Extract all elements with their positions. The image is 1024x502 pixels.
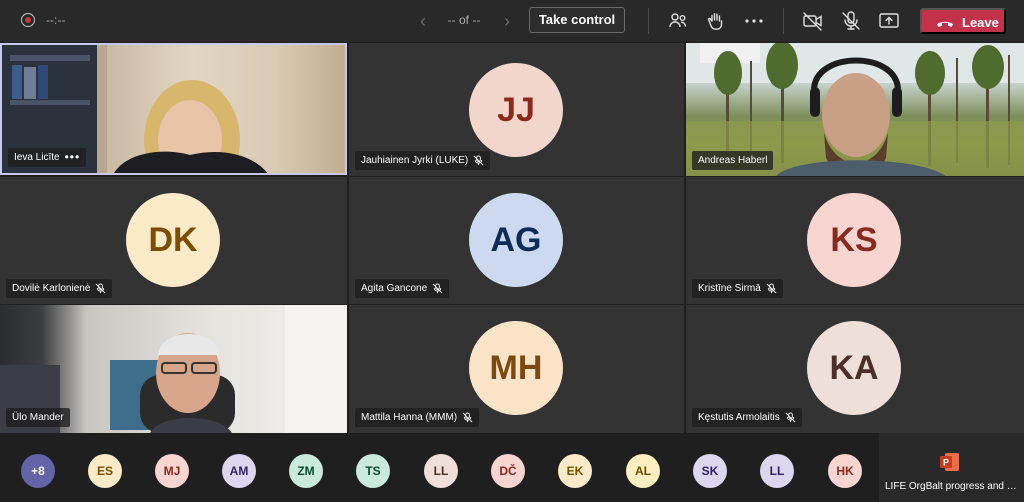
participant-name-tag: Dovilė Karlonienė	[6, 279, 113, 298]
avatar: KS	[807, 193, 901, 287]
participant-roster: +8 ES MJ AM ZM TS LL DČ EK AL SK LL HK	[0, 433, 1024, 502]
leave-label: Leave	[962, 15, 999, 30]
participant-tile-kristine-sirma[interactable]: KS Kristīne Sirmā	[686, 177, 1024, 304]
avatar: KA	[807, 321, 901, 415]
participant-name-tag: Agita Gancone	[355, 279, 450, 298]
participant-tile-dovile-karloniene[interactable]: DK Dovilė Karlonienė	[0, 177, 347, 304]
participant-name: Ülo Mander	[12, 412, 64, 423]
page-indicator: -- of --	[447, 13, 481, 27]
meeting-toolbar: --:-- ‹ -- of -- › Take control Leave	[0, 0, 1024, 42]
chevron-right-icon[interactable]: ›	[498, 9, 516, 33]
participant-tile-jauhiainen-jyrki[interactable]: JJ Jauhiainen Jyrki (LUKE)	[349, 43, 684, 176]
shared-content-panel[interactable]: P LIFE OrgBalt progress and wh...	[879, 433, 1024, 502]
roster-avatar[interactable]: ES	[88, 454, 122, 488]
participant-name-tag: Andreas Haberl	[692, 151, 774, 170]
more-icon[interactable]: •••	[65, 148, 81, 167]
participant-name: Jauhiainen Jyrki (LUKE)	[361, 155, 469, 166]
participant-name: Dovilė Karlonienė	[12, 283, 91, 294]
roster-avatar[interactable]: AM	[222, 454, 256, 488]
roster-avatar[interactable]: SK	[693, 454, 727, 488]
shared-file-title: LIFE OrgBalt progress and wh...	[885, 481, 1021, 492]
roster-avatar[interactable]: EK	[558, 454, 592, 488]
participant-tile-andreas-haberl[interactable]: Andreas Haberl	[686, 43, 1024, 176]
mic-off-icon	[785, 412, 796, 423]
people-icon[interactable]	[666, 9, 690, 33]
toolbar-divider	[783, 8, 784, 34]
roster-avatar[interactable]: AL	[626, 454, 660, 488]
mic-off-icon	[462, 412, 473, 423]
participant-tile-kestutis-armolaitis[interactable]: KA Kęstutis Armolaitis	[686, 305, 1024, 433]
participant-name: Mattila Hanna (MMM)	[361, 412, 458, 423]
more-icon[interactable]	[742, 9, 766, 33]
participant-name: Kristīne Sirmā	[698, 283, 761, 294]
participant-tile-mattila-hanna[interactable]: MH Mattila Hanna (MMM)	[349, 305, 684, 433]
camera-off-icon[interactable]	[801, 9, 825, 33]
roster-avatar[interactable]: DČ	[491, 454, 525, 488]
mic-off-icon	[473, 155, 484, 166]
chevron-left-icon[interactable]: ‹	[414, 9, 432, 33]
participant-name: Kęstutis Armolaitis	[698, 412, 780, 423]
avatar: AG	[469, 193, 563, 287]
participant-name: Andreas Haberl	[698, 155, 768, 166]
toolbar-divider	[648, 8, 649, 34]
roster-avatar[interactable]: LL	[760, 454, 794, 488]
record-icon	[21, 13, 35, 27]
mic-off-icon	[432, 283, 443, 294]
participant-tile-ulo-mander[interactable]: Ülo Mander	[0, 305, 347, 433]
participant-name-tag: Ieva Licīte •••	[8, 148, 87, 167]
participant-name: Agita Gancone	[361, 283, 428, 294]
share-screen-icon[interactable]	[877, 9, 901, 33]
participant-name-tag: Jauhiainen Jyrki (LUKE)	[355, 151, 491, 170]
raise-hand-icon[interactable]	[704, 9, 728, 33]
avatar: DK	[126, 193, 220, 287]
roster-avatar[interactable]: MJ	[155, 454, 189, 488]
participant-name: Ieva Licīte	[14, 152, 60, 163]
take-control-button[interactable]: Take control	[529, 7, 625, 33]
mic-off-icon	[766, 283, 777, 294]
meeting-timer: --:--	[46, 13, 66, 27]
participant-name-tag: Mattila Hanna (MMM)	[355, 408, 480, 427]
phone-hangup-icon	[937, 21, 953, 27]
avatar: JJ	[469, 63, 563, 157]
roster-avatar[interactable]: TS	[356, 454, 390, 488]
avatar: MH	[469, 321, 563, 415]
mic-off-icon	[95, 283, 106, 294]
overflow-count-chip[interactable]: +8	[21, 454, 55, 488]
roster-avatar[interactable]: LL	[424, 454, 458, 488]
participant-name-tag: Kęstutis Armolaitis	[692, 408, 802, 427]
powerpoint-icon: P	[940, 453, 959, 471]
roster-avatar[interactable]: ZM	[289, 454, 323, 488]
participant-name-tag: Ülo Mander	[6, 408, 70, 427]
mic-off-icon[interactable]	[839, 9, 863, 33]
participant-tile-ieva-licite[interactable]: Ieva Licīte •••	[0, 43, 347, 175]
roster-avatar[interactable]: HK	[828, 454, 862, 488]
participant-name-tag: Kristīne Sirmā	[692, 279, 783, 298]
participant-tile-agita-gancone[interactable]: AG Agita Gancone	[349, 177, 684, 304]
svg-text:P: P	[943, 458, 949, 468]
leave-button[interactable]: Leave	[920, 8, 1006, 34]
